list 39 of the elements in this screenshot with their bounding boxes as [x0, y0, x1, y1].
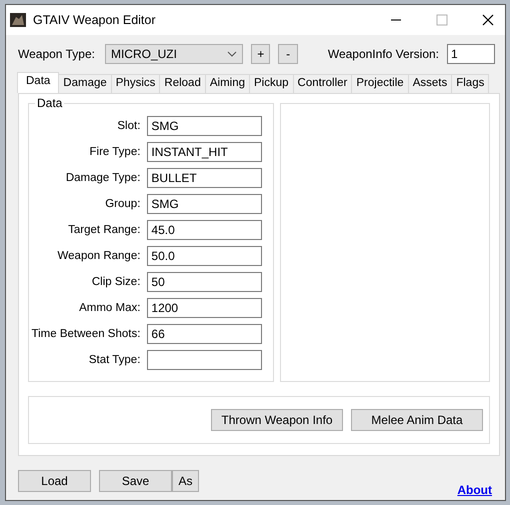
chevron-icon	[227, 51, 238, 57]
input-field[interactable]: 45.0	[147, 220, 262, 240]
input-field[interactable]: BULLET	[147, 168, 262, 188]
field-label: Fire Type:	[89, 146, 140, 158]
tab[interactable]: Flags	[451, 74, 490, 93]
field-label: Clip Size:	[92, 276, 140, 288]
weapon-type-label: Weapon Type:	[18, 47, 95, 61]
input-field[interactable]: 1200	[147, 298, 262, 318]
field-label: Ammo Max:	[79, 302, 140, 314]
field-label: Slot:	[117, 120, 140, 132]
input-field[interactable]: SMG	[147, 116, 262, 136]
version-field[interactable]: 1	[447, 44, 496, 64]
input-field[interactable]: INSTANT_HIT	[147, 142, 262, 162]
add-button[interactable]: +	[251, 44, 270, 64]
field-label: Damage Type:	[66, 172, 140, 184]
weapon-type-dropdown[interactable]: MICRO_UZI	[104, 44, 244, 64]
panel-button[interactable]: Melee Anim Data	[351, 409, 483, 431]
panel-button[interactable]: Thrown Weapon Info	[211, 409, 343, 431]
load-button[interactable]: Load	[18, 470, 91, 492]
field-label: Stat Type:	[88, 354, 140, 366]
input-field[interactable]: 50.0	[147, 246, 262, 266]
field-label: Target Range:	[68, 224, 140, 236]
version-label: WeaponInfo Version:	[328, 47, 440, 61]
field-label: Group:	[105, 198, 140, 210]
close-icon[interactable]	[482, 14, 494, 26]
field-label: Time Between Shots:	[32, 328, 140, 340]
about-link[interactable]: About	[457, 483, 492, 497]
window-title: GTAIV Weapon Editor	[33, 13, 156, 27]
input-field[interactable]	[147, 350, 262, 370]
remove-button[interactable]: -	[278, 44, 298, 64]
app-icon	[10, 13, 26, 27]
input-field[interactable]: 66	[147, 324, 262, 344]
input-field[interactable]: SMG	[147, 194, 262, 214]
save-button[interactable]: Save	[99, 470, 172, 492]
tab[interactable]: Data	[17, 72, 60, 93]
input-field[interactable]: 50	[147, 272, 262, 292]
save-as-button[interactable]: As	[172, 470, 199, 492]
field-label: Weapon Range:	[58, 250, 140, 262]
group-title: Data	[35, 96, 64, 110]
